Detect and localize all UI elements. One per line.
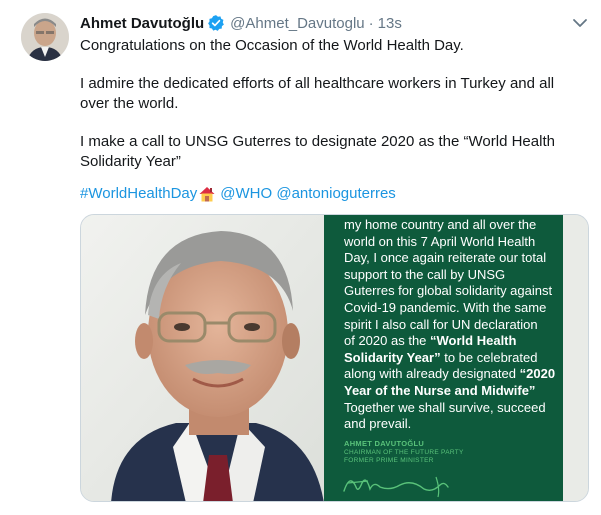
avatar[interactable] — [21, 13, 69, 61]
handwritten-signature — [340, 469, 460, 499]
card-message: my home country and all over the world o… — [344, 217, 556, 433]
card-line: of 2020 as the — [344, 333, 431, 349]
card-line: my home country and all over the — [344, 217, 537, 232]
mention-link-guterres[interactable]: @antonioguterres — [276, 184, 395, 204]
media-edge — [563, 215, 588, 501]
tweet-paragraph: Congratulations on the Occasion of the W… — [80, 37, 464, 54]
mention-link-who[interactable]: @WHO — [220, 184, 272, 204]
card-text-span: Together we shall survive, succeed and p… — [344, 399, 546, 432]
portrait-photo — [81, 215, 324, 501]
signature-name: AHMET DAVUTOĞLU — [344, 439, 425, 448]
separator-dot: · — [368, 14, 374, 32]
tweet-paragraph: I admire the dedicated efforts of all he… — [80, 75, 555, 112]
tweet-links: #WorldHealthDay @WHO @antonioguterres — [80, 184, 396, 204]
card-line: support to the call by UNSG — [344, 266, 506, 282]
house-emoji-icon — [198, 185, 216, 203]
tweet-media[interactable]: my home country and all over the world o… — [80, 214, 589, 502]
tweet-header: Ahmet Davutoğlu @Ahmet_Davutoglu · 13s — [80, 13, 571, 33]
card-line: Guterres for global solidarity against — [344, 283, 553, 299]
display-name[interactable]: Ahmet Davutoğlu — [80, 15, 204, 32]
tweet-actions-partial — [80, 508, 589, 515]
message-panel: my home country and all over the world o… — [324, 215, 563, 501]
tweet-text: Congratulations on the Occasion of the W… — [80, 36, 585, 172]
card-line: Covid-19 pandemic. With the same — [344, 299, 547, 315]
chevron-down-icon[interactable] — [569, 12, 591, 34]
card-line: world on this 7 April World Health — [344, 233, 536, 249]
card-line: Day, I once again reiterate our total — [344, 250, 547, 266]
hashtag-link[interactable]: #WorldHealthDay — [80, 184, 197, 204]
card-paragraph: of 2020 as the “World Health Solidarity … — [344, 333, 556, 433]
signature-role: FORMER PRIME MINISTER — [344, 457, 434, 464]
handle[interactable]: @Ahmet_Davutoglu — [230, 15, 364, 32]
tweet[interactable]: Ahmet Davutoğlu @Ahmet_Davutoglu · 13s C… — [0, 0, 601, 515]
tweet-paragraph: I make a call to UNSG Guterres to design… — [80, 133, 555, 170]
verified-badge-icon — [207, 14, 225, 32]
signature-role: CHAIRMAN OF THE FUTURE PARTY — [344, 449, 464, 456]
timestamp[interactable]: 13s — [378, 15, 402, 32]
card-line: spirit I also call for UN declaration — [344, 316, 538, 332]
